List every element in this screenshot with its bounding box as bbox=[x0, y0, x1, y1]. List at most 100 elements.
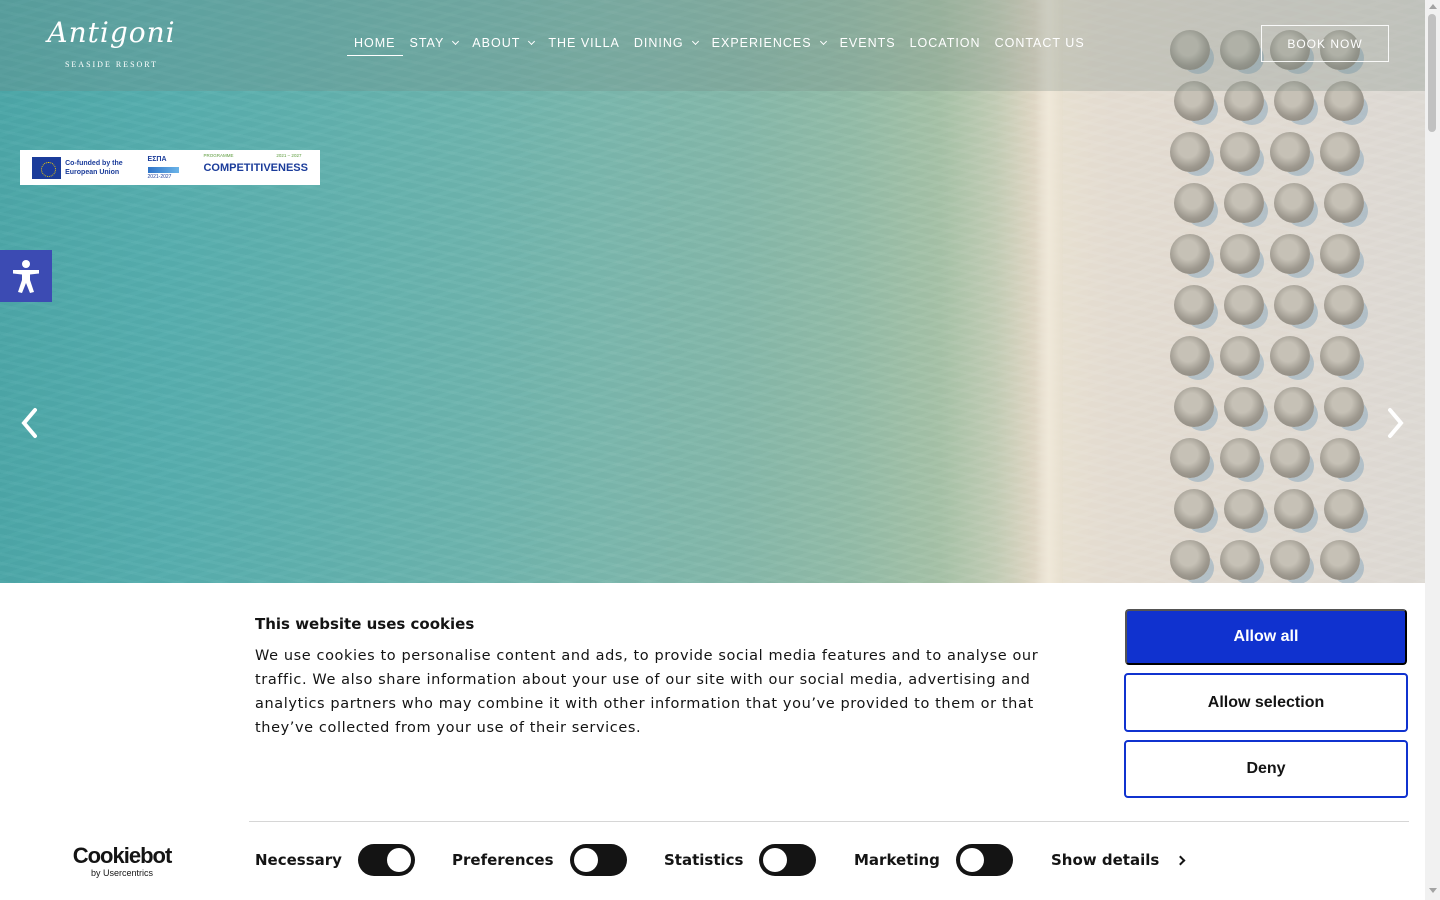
necessary-switch[interactable] bbox=[357, 844, 415, 876]
umbrella bbox=[1270, 438, 1310, 478]
umbrella bbox=[1224, 183, 1264, 223]
umbrella bbox=[1170, 336, 1210, 376]
nav-item-experiences[interactable]: EXPERIENCES bbox=[705, 30, 833, 56]
switch-knob bbox=[763, 848, 788, 872]
show-details-link[interactable]: Show details bbox=[1051, 844, 1186, 876]
espa-bar bbox=[147, 166, 180, 173]
umbrella bbox=[1324, 489, 1364, 529]
eu-funding-banner[interactable]: Co-funded by the European Union ΕΣΠΑ 202… bbox=[20, 150, 320, 185]
toggle-necessary: Necessary bbox=[255, 844, 415, 876]
cookiebot-logo[interactable]: Cookiebot by Usercentrics bbox=[70, 844, 174, 879]
umbrella bbox=[1170, 132, 1210, 172]
programme-years: 2021 – 2027 bbox=[276, 152, 302, 158]
umbrella bbox=[1324, 285, 1364, 325]
umbrella bbox=[1220, 540, 1260, 580]
umbrella bbox=[1324, 183, 1364, 223]
umbrella bbox=[1224, 285, 1264, 325]
site-header: Antigoni SEASIDE RESORT HOME STAY ABOUT … bbox=[0, 0, 1425, 91]
scroll-down-arrow-icon[interactable] bbox=[1429, 888, 1437, 893]
cookiebot-sub: by Usercentrics bbox=[90, 868, 153, 878]
nav-item-location[interactable]: LOCATION bbox=[903, 30, 988, 56]
umbrella bbox=[1270, 336, 1310, 376]
toggle-label: Necessary bbox=[255, 851, 342, 869]
umbrella bbox=[1224, 387, 1264, 427]
espa-text: ΕΣΠΑ bbox=[147, 155, 167, 163]
deny-button[interactable]: Deny bbox=[1124, 740, 1408, 798]
espa-logo: ΕΣΠΑ 2021-2027 bbox=[147, 155, 180, 180]
umbrella bbox=[1324, 387, 1364, 427]
umbrella bbox=[1170, 438, 1210, 478]
statistics-switch[interactable] bbox=[759, 844, 817, 876]
umbrella bbox=[1320, 132, 1360, 172]
programme-name: COMPETITIVENESS bbox=[203, 161, 308, 174]
programme-label: PROGRAMME bbox=[203, 152, 234, 158]
toggle-label: Preferences bbox=[452, 851, 554, 869]
nav-item-dining[interactable]: DINING bbox=[627, 30, 705, 56]
switch-knob bbox=[573, 848, 598, 872]
cookie-description: We use cookies to personalise content an… bbox=[255, 648, 1039, 736]
toggle-preferences: Preferences bbox=[452, 844, 627, 876]
nav-item-about[interactable]: ABOUT bbox=[465, 30, 541, 56]
umbrella bbox=[1220, 234, 1260, 274]
chevron-down-icon bbox=[691, 37, 699, 46]
toggle-label: Statistics bbox=[664, 851, 744, 869]
eu-flag-icon bbox=[32, 156, 62, 179]
nav-item-the-villa[interactable]: THE VILLA bbox=[541, 30, 627, 56]
show-details-label: Show details bbox=[1051, 851, 1160, 869]
umbrella bbox=[1224, 489, 1264, 529]
cookie-consent-banner: This website uses cookies We use cookies… bbox=[0, 583, 1425, 900]
chevron-down-icon bbox=[452, 37, 460, 46]
umbrella bbox=[1170, 540, 1210, 580]
eu-text: Co-funded by the European Union bbox=[65, 159, 123, 176]
chevron-left-icon bbox=[21, 408, 37, 438]
umbrella bbox=[1274, 387, 1314, 427]
umbrella bbox=[1320, 438, 1360, 478]
marketing-switch[interactable] bbox=[955, 844, 1013, 876]
chevron-right-icon bbox=[1388, 408, 1404, 438]
logo-name: Antigoni bbox=[47, 16, 176, 49]
toggle-statistics: Statistics bbox=[664, 844, 817, 876]
allow-selection-button[interactable]: Allow selection bbox=[1124, 673, 1408, 732]
site-logo[interactable]: Antigoni SEASIDE RESORT bbox=[34, 14, 189, 76]
umbrella bbox=[1270, 540, 1310, 580]
umbrella bbox=[1320, 234, 1360, 274]
preferences-switch[interactable] bbox=[569, 844, 627, 876]
book-now-button[interactable]: BOOK NOW bbox=[1261, 25, 1389, 62]
slider-next-button[interactable] bbox=[1382, 405, 1410, 441]
umbrella bbox=[1320, 540, 1360, 580]
slider-prev-button[interactable] bbox=[15, 405, 43, 441]
logo-tagline: SEASIDE RESORT bbox=[64, 60, 159, 69]
nav-item-home[interactable]: HOME bbox=[347, 30, 403, 56]
nav-item-events[interactable]: EVENTS bbox=[833, 30, 903, 56]
allow-all-button[interactable]: Allow all bbox=[1125, 609, 1407, 665]
page-scrollbar[interactable] bbox=[1425, 0, 1440, 900]
umbrella bbox=[1220, 336, 1260, 376]
cookie-title: This website uses cookies bbox=[255, 615, 475, 633]
umbrella bbox=[1174, 183, 1214, 223]
competitiveness-logo: PROGRAMME 2021 – 2027 COMPETITIVENESS bbox=[203, 153, 308, 174]
umbrella bbox=[1174, 387, 1214, 427]
accessibility-button[interactable] bbox=[0, 250, 52, 302]
nav-item-contact-us[interactable]: CONTACT US bbox=[988, 30, 1092, 56]
espa-years: 2021-2027 bbox=[147, 173, 172, 180]
nav-item-stay[interactable]: STAY bbox=[403, 30, 466, 56]
toggle-marketing: Marketing bbox=[854, 844, 1013, 876]
main-nav: HOME STAY ABOUT THE VILLA DINING EXPERIE… bbox=[347, 30, 1092, 56]
beach-umbrellas bbox=[1150, 30, 1410, 583]
accessibility-icon bbox=[13, 260, 39, 293]
chevron-down-icon bbox=[528, 37, 536, 46]
divider bbox=[249, 821, 1409, 822]
umbrella bbox=[1220, 438, 1260, 478]
umbrella bbox=[1174, 489, 1214, 529]
umbrella bbox=[1274, 183, 1314, 223]
umbrella bbox=[1270, 234, 1310, 274]
umbrella bbox=[1320, 336, 1360, 376]
umbrella bbox=[1220, 132, 1260, 172]
scroll-up-arrow-icon[interactable] bbox=[1429, 4, 1437, 9]
switch-knob bbox=[386, 848, 411, 872]
umbrella bbox=[1170, 234, 1210, 274]
umbrella bbox=[1274, 489, 1314, 529]
chevron-right-icon bbox=[1175, 855, 1186, 865]
scroll-thumb[interactable] bbox=[1428, 14, 1436, 132]
toggle-label: Marketing bbox=[854, 851, 940, 869]
